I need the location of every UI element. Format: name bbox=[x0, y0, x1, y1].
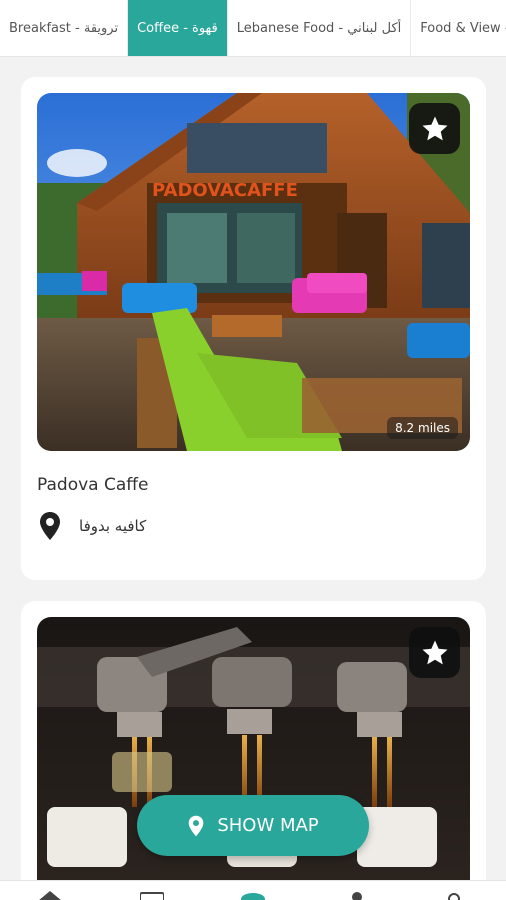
location-text: كافيه بدوفا bbox=[79, 517, 147, 535]
favorite-button[interactable] bbox=[409, 627, 460, 678]
map-pin-icon bbox=[188, 815, 204, 836]
star-icon bbox=[422, 116, 447, 140]
place-name: Padova Caffe bbox=[37, 475, 149, 495]
place-photo[interactable] bbox=[37, 617, 470, 900]
cafe-photo: PADOVACAFFE bbox=[37, 93, 470, 451]
show-map-button[interactable]: SHOW MAP bbox=[137, 795, 369, 856]
profile-icon[interactable] bbox=[345, 891, 369, 900]
card-icon[interactable] bbox=[140, 891, 164, 900]
place-card[interactable]: PADOVACAFFE 8.2 miles Padova Caffe كافيه… bbox=[21, 77, 486, 580]
place-photo[interactable]: PADOVACAFFE 8.2 miles bbox=[37, 93, 470, 451]
favorite-button[interactable] bbox=[409, 103, 460, 154]
tab-food-and-view[interactable]: Food & View - أكل bbox=[411, 0, 506, 56]
category-tabs: Breakfast - ترويقة Coffee - قهوة Lebanes… bbox=[0, 0, 506, 57]
bottom-nav bbox=[0, 880, 506, 900]
cafe-sign: PADOVACAFFE bbox=[152, 180, 298, 201]
tab-breakfast[interactable]: Breakfast - ترويقة bbox=[0, 0, 129, 56]
espresso-photo bbox=[37, 617, 470, 900]
map-pin-icon bbox=[40, 512, 60, 540]
show-map-label: SHOW MAP bbox=[217, 815, 319, 836]
star-icon bbox=[422, 640, 447, 664]
tab-coffee[interactable]: Coffee - قهوة bbox=[128, 0, 228, 56]
distance-badge: 8.2 miles bbox=[387, 417, 458, 439]
home-icon[interactable] bbox=[38, 891, 62, 900]
place-location: كافيه بدوفا bbox=[39, 511, 146, 541]
settings-icon[interactable] bbox=[442, 891, 466, 900]
places-list[interactable]: PADOVACAFFE 8.2 miles Padova Caffe كافيه… bbox=[0, 57, 506, 900]
active-tab-icon[interactable] bbox=[241, 891, 265, 900]
tab-lebanese-food[interactable]: Lebanese Food - أكل لبناني bbox=[228, 0, 412, 56]
